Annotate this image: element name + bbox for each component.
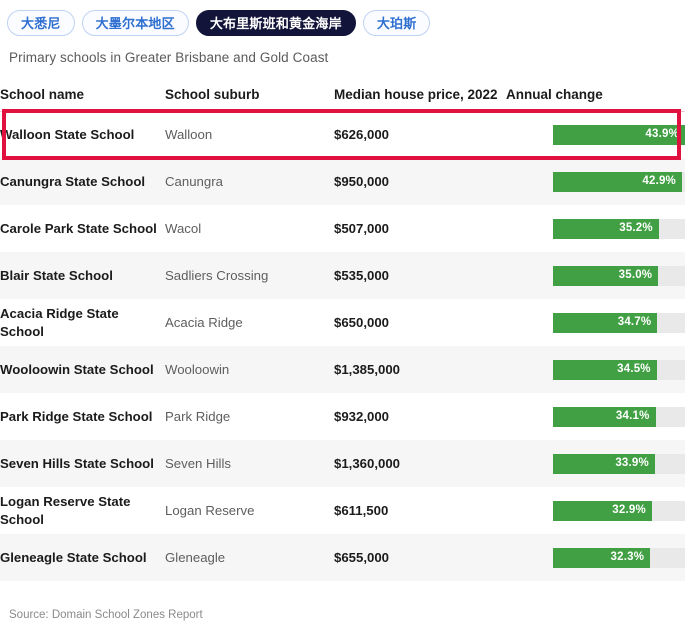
cell-school-name: Gleneagle State School [0, 550, 147, 566]
annual-change-bar-fill: 33.9% [553, 453, 655, 474]
cell-school-name: Blair State School [0, 268, 113, 284]
table-row: Wooloowin State School Wooloowin $1,385,00… [0, 346, 685, 394]
annual-change-bar-fill: 34.5% [553, 359, 657, 380]
cell-school-name: Park Ridge State School [0, 409, 153, 425]
annual-change-bar-fill: 34.7% [553, 312, 658, 333]
table-body: Walloon State School Walloon $626,000 43.9%… [0, 111, 685, 582]
annual-change-value-label: 34.1% [615, 410, 650, 423]
annual-change-value-label: 35.2% [619, 222, 653, 235]
cell-annual-change: 32.9% [506, 487, 685, 534]
region-tab-2[interactable]: 大布里斯班和黄金海岸 [195, 10, 356, 36]
cell-school-suburb: Park Ridge [165, 409, 231, 425]
annual-change-value-label: 42.9% [642, 175, 676, 188]
cell-annual-change: 42.9% [506, 158, 685, 205]
cell-school-name: Logan Reserve State School [0, 494, 131, 527]
table-row: Blair State School Sadliers Crossing $535,… [0, 252, 685, 300]
annual-change-value-label: 43.9% [645, 128, 679, 141]
cell-school-suburb: Sadliers Crossing [165, 268, 269, 284]
annual-change-bar-fill: 35.0% [553, 265, 659, 286]
cell-annual-change: 32.3% [506, 534, 685, 581]
table-row: Seven Hills State School Seven Hills $1,36… [0, 440, 685, 488]
cell-median-price: $507,000 [334, 221, 390, 237]
cell-school-name: Acacia Ridge State School [0, 306, 119, 339]
column-header-school-suburb: School suburb [165, 86, 334, 112]
annual-change-value-label: 34.7% [617, 316, 652, 329]
annual-change-bar-fill: 32.9% [553, 500, 652, 521]
cell-median-price: $650,000 [334, 315, 390, 331]
cell-median-price: $950,000 [334, 174, 390, 190]
table-row: Park Ridge State School Park Ridge $932,00… [0, 393, 685, 440]
annual-change-bar-track: 33.9% [553, 453, 685, 474]
column-header-school-name: School name [0, 86, 165, 112]
cell-school-name: Seven Hills State School [0, 456, 154, 472]
region-tab-0[interactable]: 大悉尼 [7, 10, 75, 36]
annual-change-value-label: 33.9% [615, 457, 649, 470]
cell-annual-change: 35.0% [506, 252, 685, 299]
cell-median-price: $535,000 [334, 268, 390, 284]
column-header-annual-change: Annual change [506, 86, 685, 112]
cell-annual-change: 34.5% [506, 346, 685, 393]
cell-school-suburb: Acacia Ridge [165, 315, 243, 331]
annual-change-value-label: 35.0% [618, 269, 653, 282]
table-row: Logan Reserve State School Logan Reserve $… [0, 487, 685, 534]
cell-annual-change: 34.1% [506, 393, 685, 440]
annual-change-bar-track: 34.7% [553, 312, 685, 333]
cell-school-suburb: Walloon [165, 127, 213, 143]
cell-school-suburb: Seven Hills [165, 456, 231, 472]
annual-change-value-label: 34.5% [617, 363, 651, 376]
cell-school-suburb: Wacol [165, 221, 202, 237]
cell-annual-change: 35.2% [506, 205, 685, 252]
chart-subtitle: Primary schools in Greater Brisbane and … [9, 50, 329, 65]
annual-change-bar-track: 35.2% [553, 218, 685, 239]
cell-school-suburb: Wooloowin [165, 362, 230, 378]
annual-change-bar-track: 42.9% [553, 171, 685, 192]
schools-table-container: School name School suburb Median house p… [0, 86, 685, 582]
cell-median-price: $1,385,000 [334, 362, 401, 378]
annual-change-bar-track: 32.9% [553, 500, 685, 521]
annual-change-bar-fill: 42.9% [553, 171, 682, 192]
cell-school-suburb: Gleneagle [165, 550, 226, 566]
cell-annual-change: 33.9% [506, 440, 685, 487]
cell-annual-change: 34.7% [506, 299, 685, 346]
cell-school-name: Carole Park State School [0, 221, 157, 237]
cell-school-name: Wooloowin State School [0, 362, 154, 378]
annual-change-value-label: 32.3% [610, 551, 645, 564]
cell-school-name: Canungra State School [0, 174, 146, 190]
cell-median-price: $932,000 [334, 409, 390, 425]
annual-change-bar-track: 34.1% [553, 406, 685, 427]
cell-school-suburb: Logan Reserve [165, 503, 255, 519]
annual-change-bar-fill: 35.2% [553, 218, 659, 239]
table-row: Carole Park State School Wacol $507,000 35.… [0, 205, 685, 252]
region-tab-1[interactable]: 大墨尔本地区 [81, 10, 189, 36]
annual-change-bar-track: 35.0% [553, 265, 685, 286]
cell-median-price: $611,500 [334, 503, 389, 519]
table-row: Acacia Ridge State School Acacia Ridge $65… [0, 299, 685, 346]
table-row: Gleneagle State School Gleneagle $655,000 3… [0, 534, 685, 582]
table-header-row: School name School suburb Median house p… [0, 86, 685, 112]
cell-median-price: $655,000 [334, 550, 390, 566]
cell-median-price: $626,000 [334, 127, 390, 143]
annual-change-bar-fill: 34.1% [553, 406, 656, 427]
annual-change-value-label: 32.9% [612, 504, 646, 517]
annual-change-bar-track: 32.3% [553, 547, 685, 568]
cell-school-name: Walloon State School [0, 127, 135, 143]
table-header: School name School suburb Median house p… [0, 86, 685, 112]
region-tab-3[interactable]: 大珀斯 [362, 10, 431, 36]
region-tab-bar: 大悉尼 大墨尔本地区 大布里斯班和黄金海岸 大珀斯 [0, 0, 685, 37]
table-row: Walloon State School Walloon $626,000 43.9% [0, 111, 685, 158]
annual-change-bar-track: 34.5% [553, 359, 685, 380]
source-caption: Source: Domain School Zones Report [9, 609, 203, 621]
annual-change-bar-fill: 43.9% [553, 125, 685, 146]
annual-change-bar-track: 43.9% [553, 125, 685, 146]
table-row: Canungra State School Canungra $950,000 42.… [0, 158, 685, 206]
column-header-median-price: Median house price, 2022 [334, 86, 506, 112]
annual-change-bar-fill: 32.3% [553, 547, 651, 568]
cell-median-price: $1,360,000 [334, 456, 401, 472]
schools-table: School name School suburb Median house p… [0, 86, 685, 582]
cell-annual-change: 43.9% [506, 111, 685, 158]
cell-school-suburb: Canungra [165, 174, 223, 190]
